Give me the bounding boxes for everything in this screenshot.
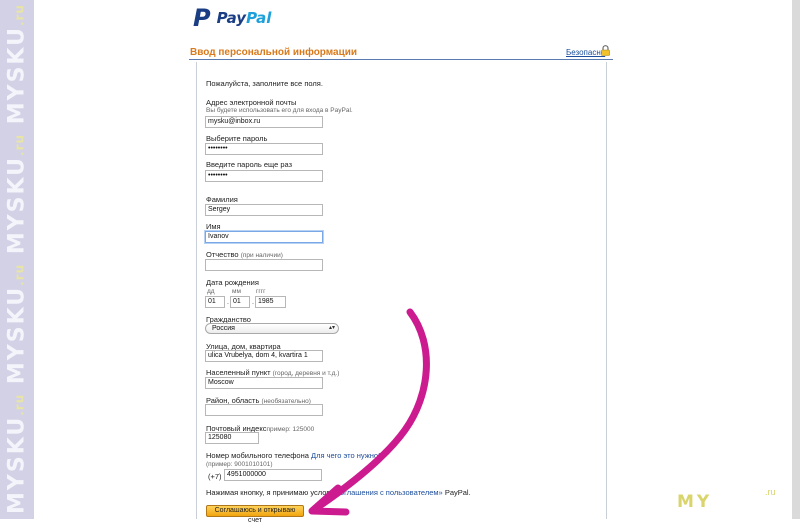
paypal-logo: P PayPal (193, 4, 272, 32)
header-divider (189, 59, 613, 60)
middle-name-field[interactable] (205, 259, 323, 271)
mysku-corner-suffix: .ru (765, 487, 776, 497)
select-arrows-icon: ▴▾ (328, 325, 335, 331)
birth-yyyy-label: гггг (256, 288, 266, 295)
secure-link[interactable]: Безопасно (566, 48, 605, 57)
password-repeat-label: Введите пароль еще раз (206, 160, 293, 169)
paypal-p-icon: P (193, 4, 211, 32)
city-field[interactable]: Moscow (205, 377, 323, 389)
date-separator: . (227, 299, 229, 306)
mobile-label: Номер мобильного телефона Для чего это н… (206, 451, 383, 460)
birth-date-label: Дата рождения (206, 278, 259, 287)
mobile-hint: (пример: 9001010101) (206, 461, 273, 468)
first-name-label: Имя (206, 222, 221, 231)
agreement-text: Нажимая кнопку, я принимаю услов«Соглаше… (206, 488, 471, 497)
birth-year-field[interactable]: 1985 (255, 296, 286, 308)
city-label: Населенный пункт (город, деревня и т.д.) (206, 368, 340, 377)
agree-open-account-button[interactable]: Соглашаюсь и открываю счет (206, 505, 304, 524)
last-name-field[interactable]: Sergey (205, 204, 323, 216)
middle-name-label: Отчество (при наличии) (206, 250, 283, 259)
first-name-field[interactable]: Ivanov (205, 231, 323, 243)
postal-field[interactable]: 125080 (205, 432, 259, 444)
street-field[interactable]: ulica Vrubelya, dom 4, kvartira 1 (205, 350, 323, 362)
birth-dd-label: дд (207, 288, 215, 295)
password-field[interactable]: •••••••• (205, 143, 323, 155)
watermark-text: MYSKU.ru MYSKU.ru MYSKU.ru MYSKU.ru (4, 4, 30, 514)
password-repeat-field[interactable]: •••••••• (205, 170, 323, 182)
right-border (792, 0, 800, 519)
mobile-field[interactable]: 4951000000 (224, 469, 322, 481)
email-hint: Вы будете использовать его для входа в P… (206, 107, 353, 114)
email-field[interactable]: mysku@inbox.ru (205, 116, 323, 128)
user-agreement-link[interactable]: «Соглашения с пользователем» (330, 488, 442, 497)
birth-mm-label: мм (232, 288, 241, 295)
city-hint: (город, деревня и т.д.) (272, 370, 340, 377)
region-field[interactable] (205, 404, 323, 416)
postal-hint: пример: 125000 (266, 426, 315, 433)
email-label: Адрес электронной почты (206, 98, 297, 107)
phone-prefix: (+7) (208, 472, 222, 481)
birth-day-field[interactable]: 01 (205, 296, 225, 308)
middle-name-hint: (при наличии) (240, 252, 283, 259)
last-name-label: Фамилия (206, 195, 238, 204)
birth-month-field[interactable]: 01 (230, 296, 250, 308)
watermark-stripe: MYSKU.ru MYSKU.ru MYSKU.ru MYSKU.ru (0, 0, 34, 519)
citizenship-select[interactable]: Россия ▴▾ (205, 323, 339, 334)
password-label: Выберите пароль (206, 134, 268, 143)
lock-icon (601, 45, 610, 56)
mysku-corner-watermark: MY (677, 492, 713, 512)
intro-text: Пожалуйста, заполните все поля. (206, 79, 323, 88)
page-title: Ввод персональной информации (190, 47, 358, 58)
date-separator: . (252, 299, 254, 306)
why-needed-link[interactable]: Для чего это нужно? (311, 451, 382, 460)
